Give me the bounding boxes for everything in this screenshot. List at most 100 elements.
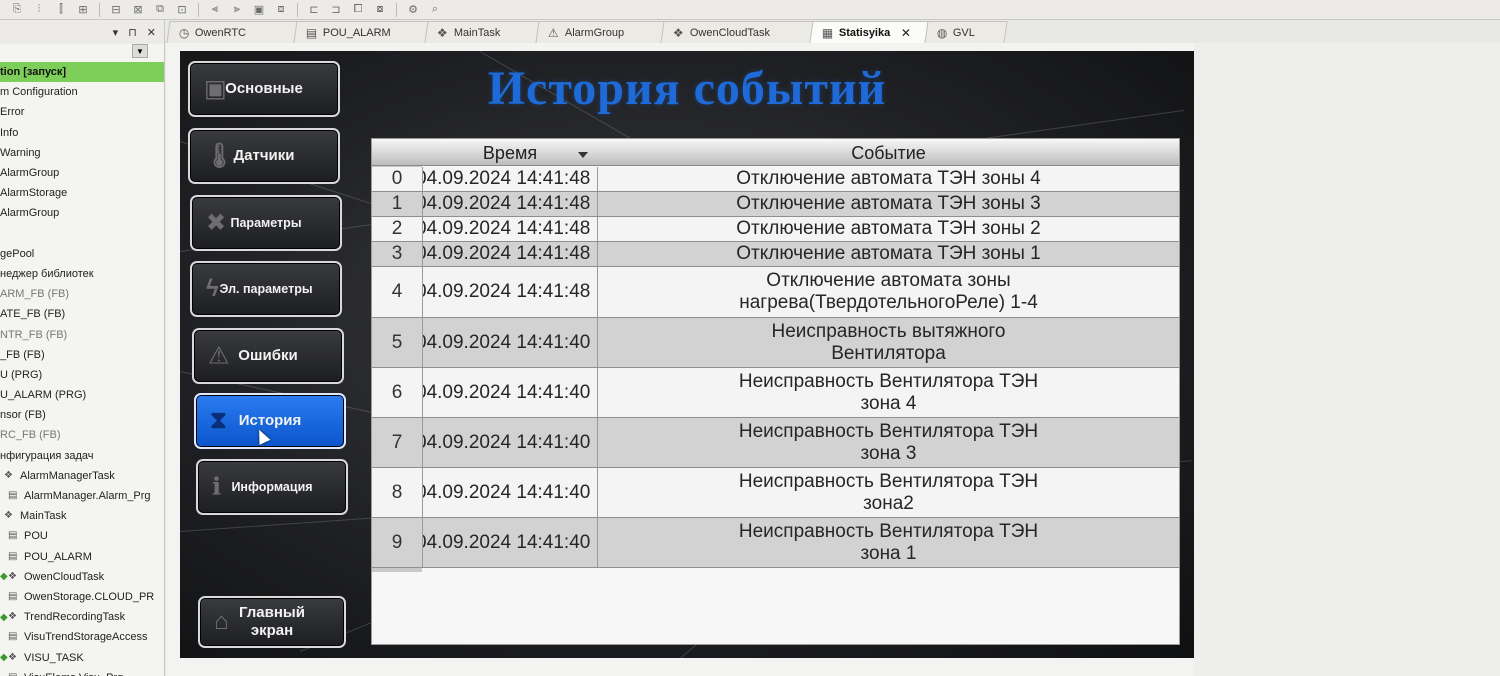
tab-label: OwenCloudTask [689, 26, 770, 39]
cell-time-text: 04.09.2024 14:41:48 [422, 243, 591, 264]
tab-owenrtc[interactable]: ◷ OwenRTC [166, 21, 298, 43]
tree-item[interactable]: ▤ VisuElems.Visu_Prg [0, 668, 164, 676]
tree-item-label: AlarmGroup [0, 207, 60, 220]
run-icon[interactable]: ⊟ [107, 3, 125, 17]
tree-item[interactable]: нфигурация задач [0, 446, 164, 466]
tree-item-label: tion [запуск] [0, 66, 67, 79]
tree-item[interactable]: ◆ ❖ OwenCloudTask [0, 567, 164, 587]
close-icon[interactable]: ✕ [901, 26, 911, 40]
zoom-icon[interactable]: ⌕ [426, 3, 444, 17]
tree-item[interactable]: AlarmGroup [0, 163, 164, 183]
step-over-icon[interactable]: ⫶ [30, 3, 48, 17]
tree-item[interactable]: AlarmGroup [0, 203, 164, 223]
tree-item[interactable]: ATE_FB (FB) [0, 304, 164, 324]
tree-item[interactable]: RC_FB (FB) [0, 425, 164, 445]
tree-item[interactable]: ◆ ❖ TrendRecordingTask [0, 607, 164, 627]
login-icon[interactable]: ⧉ [151, 3, 169, 17]
tree-item-label: POU [24, 530, 48, 543]
nav-button-parameters[interactable]: ✖ Параметры [190, 195, 342, 251]
step-out-icon[interactable]: ⫿ [52, 3, 70, 17]
cascade-icon[interactable]: ⧇ [371, 3, 389, 17]
table-row[interactable]: 9 04.09.2024 14:41:40 Неисправность Вентил… [372, 518, 1179, 568]
tree-item[interactable]: ARM_FB (FB) [0, 284, 164, 304]
nav-button-electrical-parameters[interactable]: ϟ Эл. параметры [190, 261, 342, 317]
tree-panel-header: ▾ ⊓ ✕ [0, 20, 164, 44]
tree-item[interactable] [0, 224, 164, 244]
table-row[interactable]: 1 04.09.2024 14:41:48 Отключение автомата … [372, 192, 1179, 217]
cell-event: Неисправность Вентилятора ТЭН зона 1 [598, 518, 1179, 567]
toggle-icon[interactable]: ⫷ [206, 3, 224, 17]
tree-item[interactable]: nsor (FB) [0, 405, 164, 425]
breakpoint-icon[interactable]: ⊞ [74, 3, 92, 17]
tab-alarmgroup[interactable]: ⚠ AlarmGroup [535, 21, 665, 43]
layout-icon[interactable]: ⧈ [272, 3, 290, 17]
tab-statisyika[interactable]: ▦ Statisyika ✕ [809, 21, 929, 43]
tab-label: OwenRTC [195, 26, 247, 39]
sort-arrow-icon[interactable] [578, 152, 588, 158]
expand-icon[interactable]: ◆ [0, 571, 8, 582]
close-panel-icon[interactable]: ✕ [147, 26, 156, 39]
column-header-time[interactable]: Время [422, 141, 598, 166]
table-row[interactable]: 0 04.09.2024 14:41:48 Отключение автомата … [372, 167, 1179, 192]
tree-item[interactable]: U_ALARM (PRG) [0, 385, 164, 405]
errors-icon: ⚠ [208, 342, 230, 370]
table-row[interactable]: 4 04.09.2024 14:41:48 Отключение автомата … [372, 267, 1179, 318]
nav-button-errors[interactable]: ⚠ Ошибки [192, 328, 344, 384]
expand-icon[interactable]: ◆ [0, 612, 8, 623]
row-index: 9 [391, 531, 403, 553]
tree-item[interactable]: gePool [0, 244, 164, 264]
grid-icon[interactable]: ⫸ [228, 3, 246, 17]
table-row[interactable]: 8 04.09.2024 14:41:40 Неисправность Вентил… [372, 468, 1179, 518]
tree-item-label: AlarmManagerTask [20, 469, 115, 482]
split-icon[interactable]: ⊐ [327, 3, 345, 17]
tree-filter-dropdown-icon[interactable]: ▼ [132, 44, 148, 58]
tree-item[interactable]: ▤ OwenStorage.CLOUD_PR [0, 587, 164, 607]
tab-maintask[interactable]: ❖ MainTask [424, 21, 540, 43]
nav-button-information[interactable]: ℹ Информация [196, 459, 348, 515]
tree-item[interactable]: m Configuration [0, 82, 164, 102]
tree-item[interactable]: ▤ POU_ALARM [0, 547, 164, 567]
visualization-screen: История событий ▣ Основные 🌡 Датчики ✖ Параме… [180, 51, 1194, 658]
logout-icon[interactable]: ⊡ [173, 3, 191, 17]
pin-icon[interactable]: ⊓ [128, 26, 137, 39]
column-header-event[interactable]: Событие [598, 141, 1179, 166]
nav-button-main[interactable]: ▣ Основные [188, 61, 340, 117]
nav-button-history[interactable]: ⧗ История [194, 393, 346, 449]
tree-item[interactable]: ▤ POU [0, 526, 164, 546]
window-icon[interactable]: ▣ [250, 3, 268, 17]
panel-menu-icon[interactable]: ▾ [113, 26, 119, 39]
tree-item[interactable]: ▤ AlarmManager.Alarm_Prg [0, 486, 164, 506]
event-history-table[interactable]: Время Событие 0 04.09.2024 14:41:48 Отключ… [371, 138, 1180, 645]
program-icon: ▤ [8, 530, 18, 542]
nav-button-main-screen[interactable]: ⌂ Главный экран [198, 596, 346, 648]
tree-item[interactable]: AlarmStorage [0, 183, 164, 203]
stop-icon[interactable]: ⊠ [129, 3, 147, 17]
tab-owencloudtask[interactable]: ❖ OwenCloudTask [660, 21, 814, 43]
tree-item[interactable]: tion [запуск] [0, 62, 164, 83]
tile-icon[interactable]: ⧠ [349, 3, 367, 17]
table-row[interactable]: 5 04.09.2024 14:41:40 Неисправность вытяжн… [372, 318, 1179, 368]
tab-gvl[interactable]: ◍ GVL [924, 21, 1008, 43]
table-row[interactable]: 6 04.09.2024 14:41:40 Неисправность Вентил… [372, 368, 1179, 418]
tree-item[interactable]: ❖ MainTask [0, 506, 164, 526]
tree-item[interactable]: Info [0, 123, 164, 143]
tree-item[interactable]: Warning [0, 143, 164, 163]
tree-item[interactable]: NTR_FB (FB) [0, 324, 164, 344]
tab-pou-alarm[interactable]: ▤ POU_ALARM [293, 21, 429, 43]
tree-item[interactable]: ❖ AlarmManagerTask [0, 466, 164, 486]
tree-item[interactable]: неджер библиотек [0, 264, 164, 284]
tab-label: Statisyika [839, 26, 891, 39]
tree-item[interactable]: ▤ VisuTrendStorageAccess [0, 627, 164, 647]
expand-icon[interactable]: ◆ [0, 652, 8, 663]
tree-item[interactable]: Error [0, 102, 164, 122]
tree-item[interactable]: _FB (FB) [0, 345, 164, 365]
step-into-icon[interactable]: ⎘ [8, 3, 26, 17]
nav-button-sensors[interactable]: 🌡 Датчики [188, 128, 340, 184]
tree-item[interactable]: ◆ ❖ VISU_TASK [0, 647, 164, 667]
table-row[interactable]: 7 04.09.2024 14:41:40 Неисправность Вентил… [372, 418, 1179, 468]
panel-icon[interactable]: ⊏ [305, 3, 323, 17]
table-row[interactable]: 2 04.09.2024 14:41:48 Отключение автомата … [372, 217, 1179, 242]
table-row[interactable]: 3 04.09.2024 14:41:48 Отключение автомата … [372, 242, 1179, 267]
lock-icon[interactable]: ⚙ [404, 3, 422, 17]
tree-item[interactable]: U (PRG) [0, 365, 164, 385]
